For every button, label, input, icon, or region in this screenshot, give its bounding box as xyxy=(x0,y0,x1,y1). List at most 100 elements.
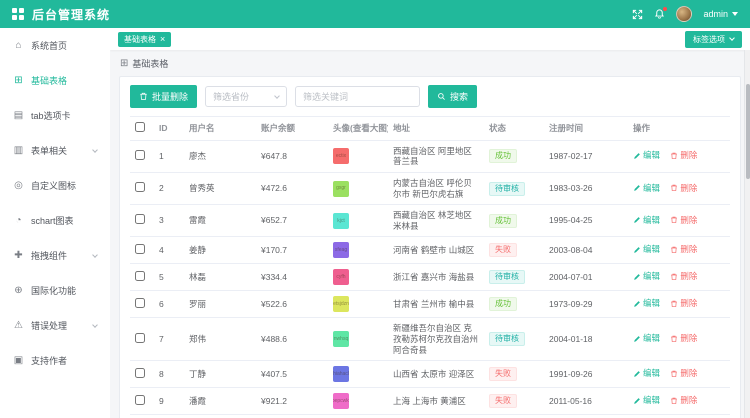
sidebar-item-label: 拖拽组件 xyxy=(31,249,67,262)
search-button[interactable]: 搜索 xyxy=(428,85,477,108)
sidebar-item-error[interactable]: ⚠ 错误处理 xyxy=(0,308,110,343)
toolbar: 批量删除 筛选省份 搜索 xyxy=(130,85,730,108)
col-header-name: 用户名 xyxy=(184,117,256,141)
cell-name: 曾秀英 xyxy=(184,172,256,204)
chevron-down-icon xyxy=(92,322,98,328)
cell-name: 雷霞 xyxy=(184,205,256,237)
cell-name: 林磊 xyxy=(184,264,256,291)
cell-balance: ¥652.7 xyxy=(256,205,328,237)
cell-id: 8 xyxy=(154,361,184,388)
page-content: ⊞ 基础表格 批量删除 筛选省份 搜索 xyxy=(110,50,750,418)
edit-button[interactable]: 编辑 xyxy=(633,368,660,379)
sidebar-item-basic-table[interactable]: ⊞ 基础表格 xyxy=(0,63,110,98)
avatar-thumbnail[interactable]: ectix xyxy=(333,148,349,164)
edit-button[interactable]: 编辑 xyxy=(633,244,660,255)
delete-button[interactable]: 删除 xyxy=(670,333,697,344)
sidebar-item-support[interactable]: ▣ 支持作者 xyxy=(0,343,110,378)
notification-dot xyxy=(663,7,667,11)
tab-close-icon[interactable]: × xyxy=(160,35,165,44)
avatar-thumbnail[interactable]: gxgr xyxy=(333,181,349,197)
table-row: 3 雷霞 ¥652.7 kjct 西藏自治区 林芝地区 米林县 成功 1995-… xyxy=(130,205,730,237)
edit-button[interactable]: 编辑 xyxy=(633,298,660,309)
sidebar-item-custom-icons[interactable]: ◎ 自定义图标 xyxy=(0,168,110,203)
delete-button[interactable]: 删除 xyxy=(670,215,697,226)
warning-icon: ⚠ xyxy=(13,320,24,331)
sidebar-item-tabs[interactable]: ▤ tab选项卡 xyxy=(0,98,110,133)
tab-basic-table[interactable]: 基础表格 × xyxy=(118,32,171,47)
avatar-thumbnail[interactable]: kjct xyxy=(333,213,349,229)
sidebar-item-forms[interactable]: ▥ 表单相关 xyxy=(0,133,110,168)
table-row: 1 廖杰 ¥647.8 ectix 西藏自治区 阿里地区 普兰县 成功 1987… xyxy=(130,140,730,172)
edit-button[interactable]: 编辑 xyxy=(633,395,660,406)
cell-id: 2 xyxy=(154,172,184,204)
row-checkbox[interactable] xyxy=(135,333,145,343)
tag-options-button[interactable]: 标签选项 xyxy=(685,31,742,48)
scrollbar-thumb[interactable] xyxy=(746,84,750,179)
row-checkbox[interactable] xyxy=(135,298,145,308)
bell-icon[interactable] xyxy=(654,8,665,20)
breadcrumb-label: 基础表格 xyxy=(132,57,168,70)
cell-balance: ¥488.6 xyxy=(256,318,328,361)
cell-date: 1983-03-26 xyxy=(544,172,628,204)
edit-button[interactable]: 编辑 xyxy=(633,333,660,344)
col-header-date: 注册时间 xyxy=(544,117,628,141)
header-actions: admin xyxy=(632,6,738,22)
sidebar-item-drag[interactable]: ✚ 拖拽组件 xyxy=(0,238,110,273)
edit-button[interactable]: 编辑 xyxy=(633,215,660,226)
status-badge: 待审核 xyxy=(489,332,525,346)
table-row: 2 曾秀英 ¥472.6 gxgr 内蒙古自治区 呼伦贝尔市 新巴尔虎右旗 待审… xyxy=(130,172,730,204)
delete-button[interactable]: 删除 xyxy=(670,244,697,255)
avatar-thumbnail[interactable]: bepcwkt xyxy=(333,393,349,409)
cell-date: 2004-07-01 xyxy=(544,264,628,291)
cell-date: 1991-09-26 xyxy=(544,361,628,388)
sidebar-item-schart[interactable]: ◔ schart图表 xyxy=(0,203,110,238)
edit-button[interactable]: 编辑 xyxy=(633,150,660,161)
row-checkbox[interactable] xyxy=(135,395,145,405)
status-badge: 失败 xyxy=(489,394,517,408)
user-menu[interactable]: admin xyxy=(703,9,738,19)
tab-label: 基础表格 xyxy=(124,34,156,45)
table-header-row: ID 用户名 账户余额 头像(查看大图) 地址 状态 注册时间 操作 xyxy=(130,117,730,141)
province-select[interactable]: 筛选省份 xyxy=(205,86,287,107)
batch-delete-button[interactable]: 批量删除 xyxy=(130,85,197,108)
table-body: 1 廖杰 ¥647.8 ectix 西藏自治区 阿里地区 普兰县 成功 1987… xyxy=(130,140,730,418)
delete-button[interactable]: 删除 xyxy=(670,395,697,406)
user-avatar[interactable] xyxy=(676,6,692,22)
tab-bar: 基础表格 × 标签选项 xyxy=(110,28,750,50)
cell-id: 7 xyxy=(154,318,184,361)
sidebar-item-i18n[interactable]: ⊕ 国际化功能 xyxy=(0,273,110,308)
avatar-thumbnail[interactable]: cyfh xyxy=(333,269,349,285)
row-checkbox[interactable] xyxy=(135,150,145,160)
keyword-input[interactable] xyxy=(295,86,420,107)
delete-button[interactable]: 删除 xyxy=(670,298,697,309)
cell-name: 罗丽 xyxy=(184,291,256,318)
edit-button[interactable]: 编辑 xyxy=(633,271,660,282)
sidebar-item-home[interactable]: ⌂ 系统首页 xyxy=(0,28,110,63)
avatar-thumbnail[interactable]: chiahacls xyxy=(333,366,349,382)
row-checkbox[interactable] xyxy=(135,271,145,281)
cell-id: 9 xyxy=(154,388,184,415)
row-checkbox[interactable] xyxy=(135,214,145,224)
row-checkbox[interactable] xyxy=(135,368,145,378)
col-header-id: ID xyxy=(154,117,184,141)
row-checkbox[interactable] xyxy=(135,182,145,192)
delete-button[interactable]: 删除 xyxy=(670,183,697,194)
cell-address: 新疆维吾尔自治区 克孜勒苏柯尔克孜自治州 阿合奇县 xyxy=(388,318,484,361)
edit-button[interactable]: 编辑 xyxy=(633,183,660,194)
delete-button[interactable]: 删除 xyxy=(670,271,697,282)
cell-date: 1973-09-29 xyxy=(544,291,628,318)
delete-button[interactable]: 删除 xyxy=(670,150,697,161)
delete-button[interactable]: 删除 xyxy=(670,368,697,379)
select-all-checkbox[interactable] xyxy=(135,122,145,132)
table-icon: ⊞ xyxy=(13,75,24,86)
chevron-down-icon xyxy=(729,35,735,41)
avatar-thumbnail[interactable]: sfeag xyxy=(333,242,349,258)
avatar-thumbnail[interactable]: nwhsq xyxy=(333,331,349,347)
cell-address: 浙江省 嘉兴市 海盐县 xyxy=(388,264,484,291)
cell-address: 内蒙古自治区 呼伦贝尔市 新巴尔虎右旗 xyxy=(388,172,484,204)
avatar-thumbnail[interactable]: etsjdzn xyxy=(333,296,349,312)
fullscreen-icon[interactable] xyxy=(632,9,643,20)
row-checkbox[interactable] xyxy=(135,244,145,254)
cell-balance: ¥472.6 xyxy=(256,172,328,204)
sidebar-item-label: 支持作者 xyxy=(31,354,67,367)
